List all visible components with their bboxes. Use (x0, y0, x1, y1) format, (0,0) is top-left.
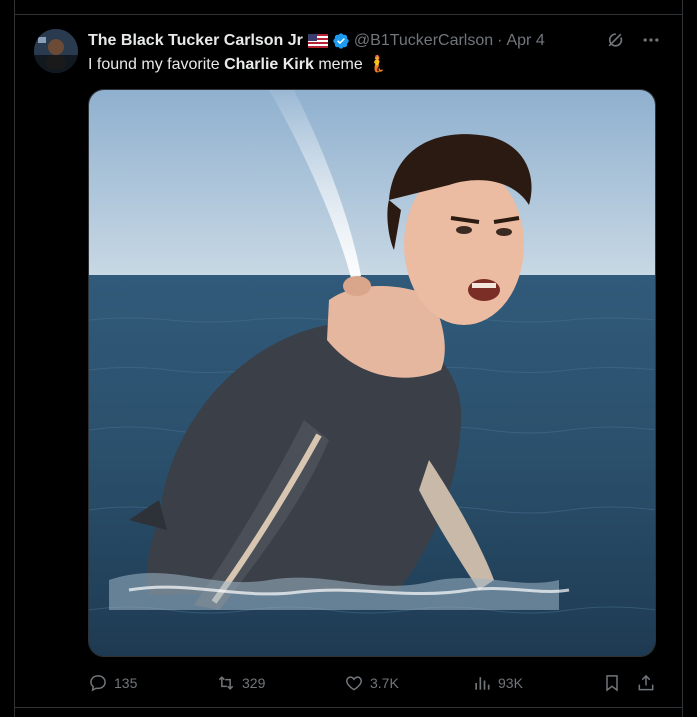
author-handle[interactable]: @B1TuckerCarlson (354, 32, 493, 50)
us-flag-icon (307, 34, 328, 48)
more-icon[interactable] (640, 29, 662, 51)
share-icon (638, 674, 654, 691)
frame-top-border (14, 14, 683, 15)
reply-icon (90, 675, 106, 692)
author-name[interactable]: The Black Tucker Carlson Jr (88, 32, 303, 50)
repost-count: 329 (242, 675, 266, 691)
separator-dot: · (497, 32, 503, 49)
tweet-text: I found my favorite Charlie Kirk meme 🧜 (88, 54, 387, 74)
like-count: 3.7K (370, 675, 399, 691)
tweet-text-prefix: I found my favorite (88, 56, 225, 73)
reply-count: 135 (114, 675, 138, 691)
views-count: 93K (498, 675, 523, 691)
reply-button[interactable]: 135 (88, 671, 137, 695)
views-chart-icon (475, 677, 490, 690)
tweet-actions-bar: 135 329 3.7K 93K (88, 671, 658, 695)
tweet-date[interactable]: Apr 4 (506, 32, 544, 50)
avatar[interactable] (34, 29, 78, 73)
repost-icon (218, 676, 234, 690)
verified-badge-icon[interactable] (332, 32, 350, 50)
tweet-text-suffix: meme (313, 56, 368, 73)
frame-bottom-border (14, 707, 683, 708)
share-button[interactable] (636, 671, 656, 695)
frame-left-border (14, 0, 15, 717)
tweet-header: The Black Tucker Carlson Jr @B1TuckerCar… (88, 30, 677, 52)
frame-right-border (682, 0, 683, 717)
tweet-text-bold: Charlie Kirk (224, 56, 314, 73)
tweet-top-actions (604, 29, 662, 51)
repost-button[interactable]: 329 (216, 671, 265, 695)
heart-icon (346, 676, 362, 691)
bookmark-button[interactable] (602, 671, 622, 695)
bookmark-icon (606, 675, 618, 692)
tweet-image[interactable] (88, 89, 656, 657)
views-button[interactable]: 93K (472, 671, 523, 695)
tweet-text-emoji: 🧜 (367, 56, 388, 73)
grok-icon[interactable] (604, 29, 626, 51)
like-button[interactable]: 3.7K (344, 671, 399, 695)
